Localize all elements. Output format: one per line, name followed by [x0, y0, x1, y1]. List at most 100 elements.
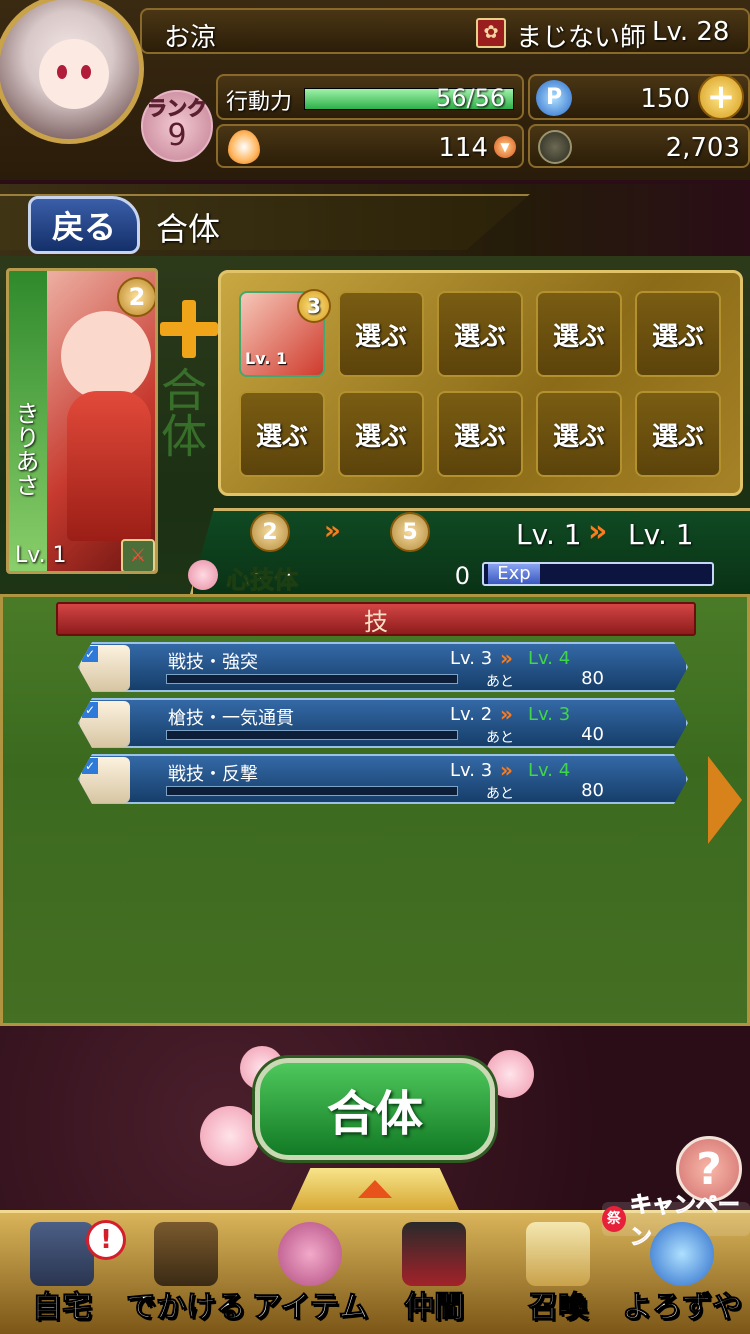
page-title: 合体: [156, 210, 221, 248]
select-label: 選ぶ: [453, 321, 506, 352]
material-rank-badge: 3: [297, 289, 331, 323]
remaining-value: 40: [581, 724, 604, 745]
sakura-small-icon: [188, 560, 218, 590]
material-slot-5[interactable]: 選ぶ: [635, 291, 721, 377]
avatar-eye-left: [57, 65, 67, 79]
skill-next-level: Lv. 4: [528, 760, 571, 781]
exp-value: 0: [454, 562, 470, 590]
player-bar: お涼 ✿ まじない師 Lv. 28: [140, 8, 750, 54]
skill-next-level: Lv. 4: [528, 648, 571, 669]
avatar-face: [39, 39, 109, 109]
skill-progress: [166, 674, 458, 684]
section-label: 心技体: [226, 566, 299, 595]
nav-label: よろずや: [622, 1290, 743, 1326]
remaining-label: あと: [486, 674, 514, 690]
material-slot-7[interactable]: 選ぶ: [338, 391, 424, 477]
select-label: 選ぶ: [453, 421, 506, 452]
fuse-button[interactable]: 合体: [255, 1058, 495, 1160]
skill-row[interactable]: ✓ 戦技・強突 Lv. 3 » Lv. 4 あと 80: [78, 642, 688, 692]
menu-toggle-tab[interactable]: [290, 1168, 460, 1212]
material-slot-1[interactable]: 3 Lv. 1: [239, 289, 331, 377]
base-character-card[interactable]: きりあさ 2 Lv. 1 ⚔: [6, 268, 158, 574]
rank-after-badge: 5: [390, 512, 430, 552]
select-label: 選ぶ: [552, 321, 605, 352]
nav-label: アイテム: [251, 1290, 369, 1326]
card-name-strip: きりあさ: [9, 271, 47, 571]
remaining-value: 80: [581, 668, 604, 689]
house-icon: [30, 1222, 94, 1286]
material-slot-3[interactable]: 選ぶ: [437, 291, 523, 377]
material-slot-10[interactable]: 選ぶ: [635, 391, 721, 477]
character-body: [67, 391, 151, 541]
flame-icon: [228, 130, 260, 164]
material-slot-9[interactable]: 選ぶ: [536, 391, 622, 477]
nav-companions[interactable]: 仲間: [372, 1212, 496, 1334]
avatar-eye-right: [81, 65, 91, 79]
nav-summon[interactable]: 召喚: [496, 1212, 620, 1334]
nav-items[interactable]: アイテム: [248, 1212, 372, 1334]
select-label: 選ぶ: [651, 421, 704, 452]
rank-arrow-icon: »: [324, 516, 341, 546]
nav-shop[interactable]: よろずや: [620, 1212, 744, 1334]
stamina-bar: 行動力 56/56: [216, 74, 524, 120]
player-level: Lv. 28: [652, 17, 730, 47]
coin-icon: [538, 130, 572, 164]
skill-row[interactable]: ✓ 戦技・反撃 Lv. 3 » Lv. 4 あと 80: [78, 754, 688, 804]
next-page-arrow-icon[interactable]: [708, 756, 742, 844]
skill-level: Lv. 3: [450, 760, 493, 781]
nav-label: 召喚: [528, 1290, 589, 1326]
select-label: 選ぶ: [354, 321, 407, 352]
exp-bar: Exp: [482, 562, 714, 586]
card-level: Lv. 1: [15, 543, 67, 568]
nav-label: 自宅: [32, 1290, 93, 1326]
sakura-decoration-icon: [200, 1106, 260, 1166]
coins-value: 2,703: [665, 133, 740, 163]
rank-before-badge: 2: [250, 512, 290, 552]
job-icon: ✿: [476, 18, 506, 48]
arrow-icon: »: [500, 758, 513, 782]
weapon-icon: ⚔: [121, 539, 155, 571]
coins-bar: 2,703: [528, 124, 750, 168]
shop-icon: [650, 1222, 714, 1286]
add-points-button[interactable]: +: [698, 74, 744, 120]
rank-value: 9: [167, 118, 187, 153]
level-after: Lv. 1: [628, 518, 694, 551]
skill-level: Lv. 2: [450, 704, 493, 725]
arrow-icon: »: [500, 646, 513, 670]
player-name: お涼: [164, 23, 217, 53]
material-slot-4[interactable]: 選ぶ: [536, 291, 622, 377]
nav-label: 仲間: [404, 1290, 465, 1326]
remaining-label: あと: [486, 730, 514, 746]
skill-name: 戦技・強突: [168, 652, 258, 673]
remaining-value: 80: [581, 780, 604, 801]
pouch-icon: [278, 1222, 342, 1286]
skills-header: 技: [56, 602, 696, 636]
skill-row[interactable]: ✓ 槍技・一気通貫 Lv. 2 » Lv. 3 あと 40: [78, 698, 688, 748]
rank-label: ランク: [147, 96, 208, 121]
points-value: 150: [640, 84, 690, 114]
select-label: 選ぶ: [651, 321, 704, 352]
gate-icon: [154, 1222, 218, 1286]
points-bar: P 150 +: [528, 74, 750, 120]
level-before: Lv. 1: [516, 518, 582, 551]
skill-name: 戦技・反撃: [168, 764, 258, 785]
material-slot-6[interactable]: 選ぶ: [239, 391, 325, 477]
back-button[interactable]: 戻る: [28, 196, 140, 254]
skill-next-level: Lv. 3: [528, 704, 571, 725]
nav-home[interactable]: ! 自宅: [0, 1212, 126, 1334]
stamina-value: 56/56: [436, 84, 506, 112]
skill-level: Lv. 3: [450, 648, 493, 669]
nav-go-out[interactable]: でかける: [124, 1212, 248, 1334]
material-grid: 3 Lv. 1 選ぶ 選ぶ 選ぶ 選ぶ 選ぶ 選ぶ 選ぶ 選ぶ 選ぶ: [218, 270, 743, 496]
material-slot-2[interactable]: 選ぶ: [338, 291, 424, 377]
p-point-icon: P: [536, 80, 572, 116]
select-label: 選ぶ: [255, 421, 308, 452]
plus-icon: [160, 300, 218, 358]
nav-label: でかける: [126, 1290, 247, 1326]
select-label: 選ぶ: [552, 421, 605, 452]
fusion-mark: 合体: [154, 366, 208, 458]
exp-label: Exp: [488, 564, 540, 584]
material-slot-8[interactable]: 選ぶ: [437, 391, 523, 477]
character-portrait: [61, 311, 151, 401]
summon-icon: [526, 1222, 590, 1286]
